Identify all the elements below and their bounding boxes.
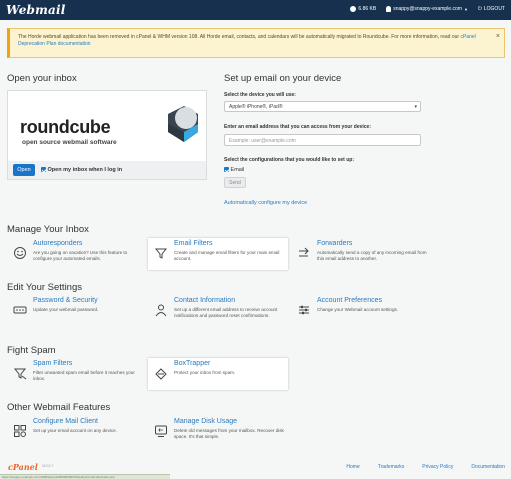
mail-client-icon (14, 425, 26, 437)
webmail-logo[interactable]: Webmail (6, 3, 66, 17)
config-email-checkbox[interactable] (224, 167, 229, 173)
spam-filters-desc: Filter unwanted spam email before it rea… (33, 370, 135, 381)
manage-disk-usage-card[interactable]: Manage Disk Usage Delete old messages fr… (148, 416, 288, 448)
auto-configure-link[interactable]: Automatically configure my device (224, 200, 307, 206)
spam-filter-icon (13, 368, 27, 380)
other-features-heading: Other Webmail Features (7, 402, 111, 413)
configure-mail-client-card[interactable]: Configure Mail Client Set up your email … (7, 416, 147, 448)
disk-usage-icon (155, 425, 167, 437)
device-label: Select the device you will use: (224, 92, 296, 98)
logout-icon: ⏻ (477, 6, 482, 12)
footer-link-home[interactable]: Home (346, 464, 359, 470)
top-bar-right: 6.86 KB snappy@snappy-example.com ▼ ⏻ LO… (350, 6, 505, 12)
password-security-title[interactable]: Password & Security (33, 297, 98, 304)
chevron-down-icon: ▼ (463, 6, 468, 12)
footer-link-privacy[interactable]: Privacy Policy (422, 464, 453, 470)
setup-heading: Set up email on your device (224, 73, 342, 84)
forwarders-card[interactable]: Forwarders Automatically send a copy of … (291, 238, 431, 270)
disk-usage-indicator[interactable]: 6.86 KB (350, 6, 376, 12)
autoresponders-desc: Are you going on vacation? Use this feat… (33, 250, 128, 261)
top-bar: Webmail 6.86 KB snappy@snappy-example.co… (0, 0, 511, 20)
send-button[interactable]: Send (224, 177, 246, 188)
boxtrapper-title[interactable]: BoxTrapper (174, 360, 210, 367)
user-menu[interactable]: snappy@snappy-example.com ▼ (386, 6, 468, 12)
contact-information-title[interactable]: Contact Information (174, 297, 235, 304)
open-inbox-bar: Open Open my inbox when I log in (7, 161, 207, 180)
password-icon (13, 306, 27, 314)
email-filters-desc: Create and manage email filters for your… (174, 250, 280, 261)
contact-icon (155, 304, 167, 317)
roundcube-logo-word: roundcube (20, 117, 111, 137)
device-select-value: Apple® iPhone®, iPad® (229, 104, 283, 110)
autoresponder-icon (14, 247, 26, 259)
open-button[interactable]: Open (13, 164, 35, 176)
manage-disk-usage-title[interactable]: Manage Disk Usage (174, 418, 237, 425)
configure-mail-client-title[interactable]: Configure Mail Client (33, 418, 98, 425)
manage-inbox-heading: Manage Your Inbox (7, 224, 89, 235)
email-field[interactable]: Example: user@example.com (224, 134, 421, 146)
remember-checkbox[interactable] (41, 167, 46, 173)
forward-icon (299, 247, 309, 257)
manage-disk-usage-desc: Delete old messages from your mailbox. R… (174, 428, 284, 439)
roundcube-cube-icon (168, 106, 198, 142)
fight-spam-heading: Fight Spam (7, 345, 56, 356)
boxtrapper-icon (155, 368, 167, 380)
boxtrapper-card[interactable]: BoxTrapper Protect your inbox from spam. (148, 358, 288, 390)
deprecation-notice: The Horde webmail application has been r… (7, 28, 505, 58)
cpanel-version: 110.0.7 (42, 464, 54, 468)
footer-link-documentation[interactable]: Documentation (471, 464, 505, 470)
open-inbox-heading: Open your inbox (7, 73, 77, 84)
filter-icon (154, 248, 168, 259)
email-label: Enter an email address that you can acce… (224, 124, 372, 130)
email-filters-title[interactable]: Email Filters (174, 240, 213, 247)
spam-filters-title[interactable]: Spam Filters (33, 360, 72, 367)
account-preferences-title[interactable]: Account Preferences (317, 297, 382, 304)
email-filters-card[interactable]: Email Filters Create and manage email fi… (148, 238, 288, 270)
forwarders-desc: Automatically send a copy of any incomin… (317, 250, 427, 261)
logout-button[interactable]: ⏻ LOGOUT (478, 6, 505, 12)
contact-information-desc: Set up a different email address to rece… (174, 307, 278, 318)
config-email-option[interactable]: Email (224, 167, 244, 173)
notice-text: The Horde webmail application has been r… (18, 34, 461, 40)
autoresponders-card[interactable]: Autoresponders Are you going on vacation… (7, 238, 147, 270)
autoresponders-title[interactable]: Autoresponders (33, 240, 82, 247)
edit-settings-heading: Edit Your Settings (7, 282, 82, 293)
remember-label: Open my inbox when I log in (47, 167, 123, 173)
spam-filters-card[interactable]: Spam Filters Filter unwanted spam email … (7, 358, 147, 390)
configure-mail-client-desc: Set up your email account on any device. (33, 428, 118, 433)
email-placeholder: Example: user@example.com (229, 138, 296, 144)
password-security-card[interactable]: Password & Security Update your webmail … (7, 295, 147, 327)
roundcube-logo-subtitle: open source webmail software (22, 139, 117, 146)
chevron-down-icon: ▾ (414, 104, 417, 110)
account-preferences-desc: Change your Webmail account settings. (317, 307, 399, 312)
sliders-icon (299, 305, 309, 315)
footer-link-trademarks[interactable]: Trademarks (378, 464, 405, 470)
config-label: Select the configurations that you would… (224, 157, 355, 163)
disk-icon (350, 6, 357, 12)
password-security-desc: Update your webmail password. (33, 307, 99, 312)
account-preferences-card[interactable]: Account Preferences Change your Webmail … (291, 295, 431, 327)
config-email-label: Email (230, 167, 245, 173)
forwarders-title[interactable]: Forwarders (317, 240, 352, 247)
browser-status-bar: https://snappy-example.com:2096/cpsess00… (0, 474, 170, 479)
disk-usage-value: 6.86 KB (358, 6, 377, 12)
footer-links: Home Trademarks Privacy Policy Documenta… (346, 464, 505, 470)
remember-checkbox-row[interactable]: Open my inbox when I log in (41, 167, 122, 173)
cpanel-logo[interactable]: cPanel (8, 462, 38, 472)
user-icon (386, 6, 392, 12)
user-email: snappy@snappy-example.com (393, 6, 462, 12)
close-icon[interactable]: × (496, 33, 500, 40)
contact-information-card[interactable]: Contact Information Set up a different e… (148, 295, 288, 327)
boxtrapper-desc: Protect your inbox from spam. (174, 370, 236, 375)
logout-label: LOGOUT (483, 6, 505, 12)
device-select[interactable]: Apple® iPhone®, iPad® ▾ (224, 101, 421, 112)
